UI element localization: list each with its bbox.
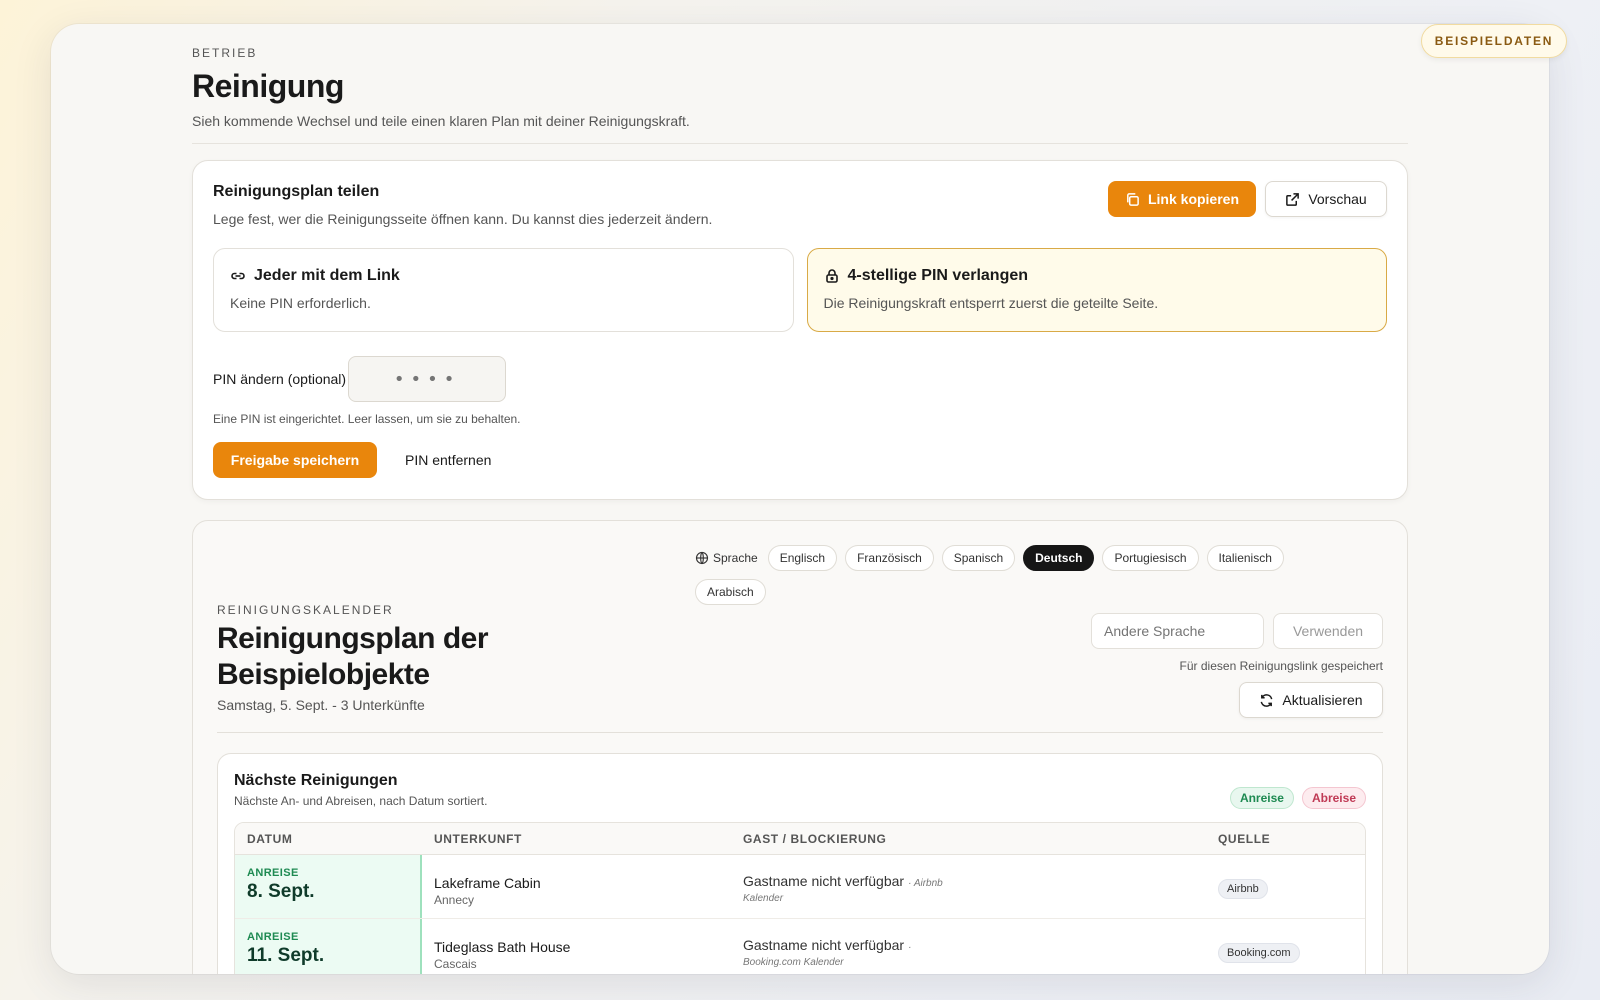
unit-location: Annecy: [434, 893, 475, 907]
unit-location: Cascais: [434, 957, 477, 971]
apply-language-button[interactable]: Verwenden: [1273, 613, 1383, 649]
next-description: Nächste An- und Abreisen, nach Datum sor…: [234, 794, 488, 808]
row-date: ANREISE 8. Sept.: [235, 855, 422, 918]
lock-icon: [825, 269, 838, 283]
column-header-date: DATUM: [247, 831, 293, 846]
option-anyone-with-link[interactable]: Jeder mit dem Link Keine PIN erforderlic…: [213, 248, 794, 332]
section-eyebrow: BETRIEB: [192, 46, 258, 60]
row-unit: Tideglass Bath House Cascais: [422, 919, 731, 974]
row-guest: Gastname nicht verfügbar · Airbnb Kalende…: [731, 855, 1206, 918]
demo-data-badge: BEISPIELDATEN: [1421, 24, 1567, 58]
pin-input[interactable]: [348, 356, 507, 402]
calendar-meta: Samstag, 5. Sept. - 3 Unterkünfte: [217, 697, 425, 713]
language-chip-deutsch[interactable]: Deutsch: [1023, 545, 1095, 571]
language-chip-spanisch[interactable]: Spanisch: [941, 545, 1016, 571]
option-description: Die Reinigungskraft entsperrt zuerst die…: [823, 295, 1159, 311]
column-header-unit: UNTERKUNFT: [434, 831, 522, 846]
row-source: Airbnb: [1206, 855, 1365, 918]
row-unit: Lakeframe Cabin Annecy: [422, 855, 731, 918]
row-source: Booking.com: [1206, 919, 1365, 974]
saved-note: Für diesen Reinigungslink gespeichert: [1179, 659, 1383, 673]
calendar-divider: [217, 732, 1383, 733]
guest-name: Gastname nicht verfügbar: [743, 873, 905, 889]
language-bar: Sprache Englisch Französisch Spanisch De…: [695, 545, 1305, 605]
preview-label: Vorschau: [1308, 191, 1367, 207]
calendar-eyebrow: REINIGUNGSKALENDER: [217, 603, 394, 617]
legend: Anreise Abreise: [1229, 787, 1366, 809]
source-badge: Airbnb: [1218, 879, 1268, 899]
guest-source: · Airbnb: [908, 878, 943, 889]
table-row[interactable]: ANREISE 8. Sept. Lakeframe Cabin Annecy …: [235, 855, 1365, 919]
table-row[interactable]: ANREISE 11. Sept. Tideglass Bath House C…: [235, 919, 1365, 974]
legend-arrival: Anreise: [1229, 787, 1294, 809]
option-title: Jeder mit dem Link: [254, 267, 400, 284]
pin-label: PIN ändern (optional): [213, 371, 347, 387]
preview-button[interactable]: Vorschau: [1265, 181, 1387, 217]
link-icon: [231, 272, 245, 280]
row-date-value: 8. Sept.: [247, 881, 315, 902]
refresh-label: Aktualisieren: [1282, 692, 1363, 708]
row-guest: Gastname nicht verfügbar · Booking.com Ka…: [731, 919, 1206, 974]
row-date: ANREISE 11. Sept.: [235, 919, 422, 974]
language-chip-italienisch[interactable]: Italienisch: [1206, 545, 1284, 571]
guest-calendar: Booking.com Kalender: [743, 957, 844, 968]
share-actions: Link kopieren Vorschau: [1108, 181, 1387, 217]
refresh-button[interactable]: Aktualisieren: [1239, 682, 1383, 718]
cleanings-table: DATUM UNTERKUNFT GAST / BLOCKIERUNG QUEL…: [234, 822, 1366, 974]
copy-link-label: Link kopieren: [1147, 191, 1240, 207]
column-header-source: QUELLE: [1218, 831, 1271, 846]
language-chip-englisch[interactable]: Englisch: [767, 545, 838, 571]
row-kind: ANREISE: [247, 867, 299, 879]
page-title: Reinigung: [192, 68, 344, 104]
option-title: 4-stellige PIN verlangen: [847, 267, 1029, 284]
other-language-input[interactable]: [1091, 613, 1264, 649]
copy-link-button[interactable]: Link kopieren: [1108, 181, 1256, 217]
main-content: BETRIEB Reinigung Sieh kommende Wechsel …: [192, 24, 1408, 974]
next-cleanings-card: Nächste Reinigungen Nächste An- und Abre…: [217, 753, 1383, 974]
language-chip-portugiesisch[interactable]: Portugiesisch: [1102, 545, 1199, 571]
option-require-pin[interactable]: 4-stellige PIN verlangen Die Reinigungsk…: [806, 248, 1387, 332]
unit-name: Tideglass Bath House: [434, 939, 571, 955]
globe-icon: [695, 551, 709, 565]
save-row: Freigabe speichern PIN entfernen: [213, 442, 1387, 478]
pin-hint: Eine PIN ist eingerichtet. Leer lassen, …: [213, 412, 521, 426]
calendar-title: Reinigungsplan der Beispielobjekte: [217, 622, 489, 691]
access-options: Jeder mit dem Link Keine PIN erforderlic…: [213, 248, 1387, 332]
guest-calendar: Kalender: [743, 893, 784, 904]
language-label: Sprache: [695, 551, 758, 565]
other-language-row: Verwenden: [1091, 613, 1383, 649]
share-card: Reinigungsplan teilen Lege fest, wer die…: [192, 160, 1408, 500]
page-subtitle: Sieh kommende Wechsel und teile einen kl…: [192, 113, 690, 129]
legend-departure: Abreise: [1301, 787, 1366, 809]
option-description: Keine PIN erforderlich.: [230, 295, 371, 311]
calendar-card: Sprache Englisch Französisch Spanisch De…: [192, 520, 1408, 974]
guest-source: ·: [908, 942, 912, 953]
source-badge: Booking.com: [1218, 943, 1300, 963]
row-date-value: 11. Sept.: [247, 945, 325, 966]
column-header-guest: GAST / BLOCKIERUNG: [743, 831, 887, 846]
table-header: DATUM UNTERKUNFT GAST / BLOCKIERUNG QUEL…: [235, 823, 1365, 855]
language-chip-franzoesisch[interactable]: Französisch: [845, 545, 934, 571]
remove-pin-button[interactable]: PIN entfernen: [405, 452, 491, 468]
header-divider: [192, 143, 1408, 144]
unit-name: Lakeframe Cabin: [434, 875, 541, 891]
app-window: BETRIEB Reinigung Sieh kommende Wechsel …: [51, 24, 1549, 974]
refresh-icon: [1261, 693, 1273, 707]
pin-row: PIN ändern (optional): [213, 356, 1387, 402]
copy-icon: [1127, 192, 1139, 206]
next-title: Nächste Reinigungen: [234, 772, 398, 789]
save-sharing-button[interactable]: Freigabe speichern: [213, 442, 377, 478]
external-link-icon: [1286, 192, 1300, 206]
language-chip-arabisch[interactable]: Arabisch: [695, 579, 766, 605]
row-kind: ANREISE: [247, 931, 299, 943]
guest-name: Gastname nicht verfügbar: [743, 937, 905, 953]
